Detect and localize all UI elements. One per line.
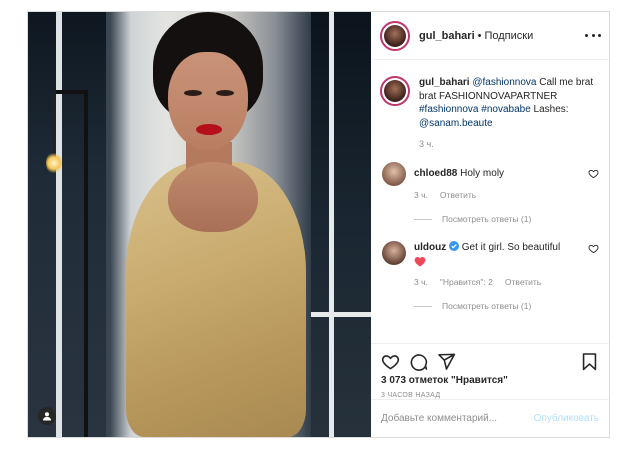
comment-username[interactable]: uldouz — [414, 242, 446, 253]
hashtag-link[interactable]: #novababe — [481, 104, 531, 115]
save-icon[interactable] — [580, 352, 599, 371]
post-sidebar: gul_bahari • Подписки gul_bahari @fashio… — [371, 12, 609, 437]
reply-button[interactable]: Ответить — [505, 277, 541, 287]
share-icon[interactable] — [437, 352, 456, 371]
comment-time: 3 ч. — [414, 277, 428, 287]
mention-link[interactable]: @sanam.beaute — [419, 118, 493, 129]
heart-icon[interactable] — [588, 243, 599, 254]
comment-time: 3 ч. — [414, 190, 428, 200]
post-header: gul_bahari • Подписки — [371, 12, 609, 60]
mention-link[interactable]: @fashionnova — [472, 77, 536, 88]
post-time: 3 часов назад — [381, 392, 441, 399]
post-photo[interactable] — [28, 12, 371, 437]
comment-icon[interactable] — [409, 352, 428, 371]
heart-icon[interactable] — [381, 352, 400, 371]
comment-likes[interactable]: "Нравится": 2 — [440, 277, 493, 287]
comments-section: gul_bahari @fashionnova Call me brat bra… — [371, 61, 609, 343]
instagram-post: gul_bahari • Подписки gul_bahari @fashio… — [27, 11, 610, 438]
caption-username[interactable]: gul_bahari — [419, 77, 470, 88]
header-username[interactable]: gul_bahari — [419, 30, 475, 42]
heart-icon[interactable] — [588, 168, 599, 179]
caption: gul_bahari @fashionnova Call me brat bra… — [380, 76, 599, 149]
follow-button[interactable]: Подписки — [484, 30, 533, 42]
comment: uldouz Get it girl. So beautiful 3 ч. "Н… — [380, 241, 599, 311]
publish-button[interactable]: Опубликовать — [534, 413, 599, 424]
hashtag-link[interactable]: #fashionnova — [419, 104, 479, 115]
avatar[interactable] — [382, 241, 406, 265]
comment-text: Holy moly — [460, 168, 505, 179]
comment: chloed88 Holy moly 3 ч. Ответить Посмотр… — [380, 162, 599, 224]
view-replies[interactable]: Посмотреть ответы (1) — [414, 214, 589, 224]
caption-text: gul_bahari @fashionnova Call me brat bra… — [419, 77, 594, 129]
verified-icon — [449, 241, 459, 251]
reply-button[interactable]: Ответить — [440, 190, 476, 200]
more-icon[interactable] — [585, 34, 601, 38]
header-dot: • — [477, 29, 482, 42]
avatar[interactable] — [380, 20, 410, 51]
add-comment-bar: Добавьте комментарий... Опубликовать — [371, 399, 609, 437]
caption-avatar[interactable] — [380, 76, 410, 106]
comment-input[interactable]: Добавьте комментарий... — [381, 413, 497, 424]
comment-username[interactable]: chloed88 — [414, 168, 457, 179]
comment-text: Get it girl. So beautiful — [461, 242, 561, 253]
caption-time: 3 ч. — [419, 139, 434, 149]
post-actions: 3 073 отметок "Нравится" 3 часов назад — [371, 343, 609, 399]
user-tag-icon[interactable] — [38, 407, 56, 425]
avatar[interactable] — [382, 162, 406, 186]
heart-icon — [414, 257, 426, 267]
view-replies[interactable]: Посмотреть ответы (1) — [414, 301, 589, 311]
